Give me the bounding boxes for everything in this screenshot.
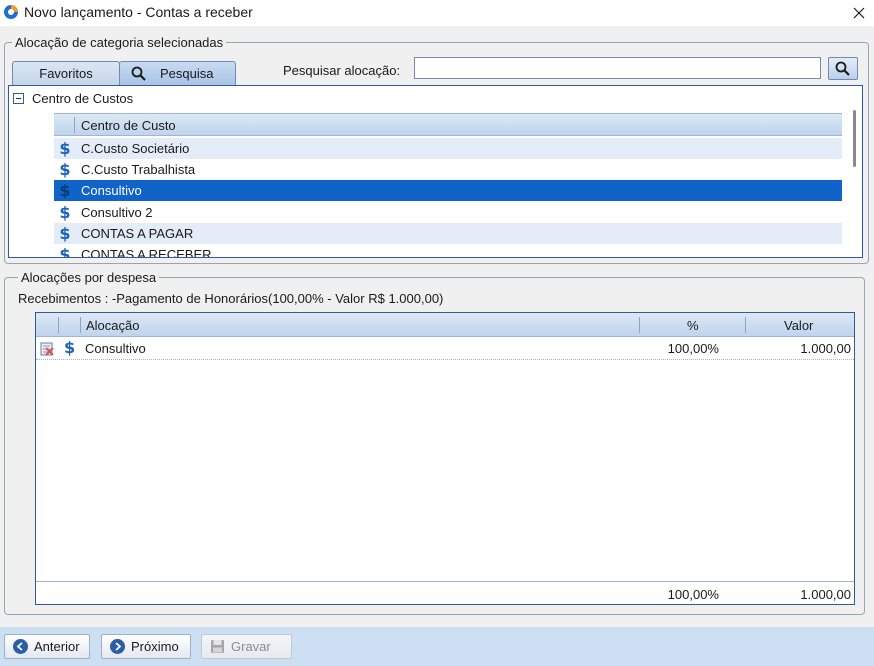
allocation-percent: 100,00% <box>667 341 719 356</box>
cost-center-row-selected[interactable]: $ Consultivo <box>54 180 842 201</box>
previous-button-label: Anterior <box>34 639 80 654</box>
tab-pesquisa[interactable]: Pesquisa <box>119 61 236 85</box>
alloc-expense-legend: Alocações por despesa <box>18 270 160 285</box>
save-button-label: Gravar <box>231 639 271 654</box>
tab-favoritos[interactable]: Favoritos <box>12 61 120 85</box>
tab-pesquisa-label: Pesquisa <box>160 66 214 81</box>
column-separator <box>74 117 75 133</box>
dollar-icon: $ <box>59 245 71 258</box>
column-separator <box>745 317 746 333</box>
cost-center-label: Consultivo 2 <box>81 205 153 220</box>
arrow-left-icon <box>13 639 28 654</box>
cost-center-label: CONTAS A RECEBER <box>81 247 212 258</box>
search-input[interactable] <box>414 57 821 79</box>
cost-center-column-header[interactable]: Centro de Custo <box>54 113 842 136</box>
tree-scrollbar-thumb[interactable] <box>853 110 856 167</box>
previous-button[interactable]: Anterior <box>4 634 90 659</box>
column-separator <box>80 317 81 333</box>
app-icon <box>4 5 18 19</box>
cost-center-label: CONTAS A PAGAR <box>81 226 194 241</box>
expense-allocation-table[interactable]: Alocação % Valor $ Consultivo 100,00% 1.… <box>35 312 855 605</box>
save-button[interactable]: Gravar <box>201 634 292 659</box>
dollar-icon: $ <box>59 203 71 222</box>
cost-center-row[interactable]: $ C.Custo Trabalhista <box>54 159 842 180</box>
allocation-tree[interactable]: Centro de Custos Centro de Custo $ C.Cus… <box>8 85 863 258</box>
cost-center-row[interactable]: $ Consultivo 2 <box>54 202 842 223</box>
column-header-percent[interactable]: % <box>687 318 699 333</box>
dollar-icon: $ <box>59 224 71 243</box>
expense-table-header: Alocação % Valor <box>36 313 854 337</box>
collapse-icon[interactable] <box>13 93 24 104</box>
window-title: Novo lançamento - Contas a receber <box>24 4 253 20</box>
close-button[interactable] <box>843 0 874 26</box>
cost-center-label: Consultivo <box>81 183 142 198</box>
title-bar: Novo lançamento - Contas a receber <box>0 0 874 26</box>
expense-table-totals: 100,00% 1.000,00 <box>36 581 854 605</box>
next-button[interactable]: Próximo <box>101 634 191 659</box>
search-label: Pesquisar alocação: <box>283 63 401 78</box>
total-percent: 100,00% <box>667 587 719 602</box>
expense-summary: Recebimentos : -Pagamento de Honorários(… <box>18 291 444 306</box>
column-header-alocacao[interactable]: Alocação <box>86 318 139 333</box>
arrow-right-icon <box>110 639 125 654</box>
search-button[interactable] <box>828 57 858 80</box>
allocation-name: Consultivo <box>85 341 146 356</box>
cost-center-label: C.Custo Trabalhista <box>81 162 196 177</box>
alloc-category-legend: Alocação de categoria selecionadas <box>12 35 227 50</box>
total-value: 1.000,00 <box>800 587 851 602</box>
dollar-icon: $ <box>59 160 71 179</box>
magnifier-icon <box>131 66 146 81</box>
cost-center-row[interactable]: $ CONTAS A PAGAR <box>54 223 842 244</box>
cost-center-row[interactable]: $ CONTAS A RECEBER <box>54 244 842 258</box>
delete-row-icon[interactable] <box>39 341 55 357</box>
tree-scrollbar[interactable] <box>850 88 860 256</box>
cost-center-header-label: Centro de Custo <box>81 118 176 133</box>
cost-center-label: C.Custo Societário <box>81 141 190 156</box>
column-separator <box>58 317 59 333</box>
allocation-value: 1.000,00 <box>800 341 851 356</box>
close-icon <box>853 7 864 19</box>
next-button-label: Próximo <box>131 639 179 654</box>
dollar-icon: $ <box>64 338 76 357</box>
dollar-icon: $ <box>59 181 71 200</box>
tree-root-label: Centro de Custos <box>32 91 134 106</box>
expense-allocation-row[interactable]: $ Consultivo 100,00% 1.000,00 <box>36 338 854 360</box>
tab-favoritos-label: Favoritos <box>39 66 93 81</box>
bottom-toolbar: Anterior Próximo Gravar <box>0 627 874 666</box>
dollar-icon: $ <box>59 139 71 158</box>
column-header-valor[interactable]: Valor <box>784 318 813 333</box>
tree-root-node[interactable]: Centro de Custos <box>13 91 133 106</box>
cost-center-row[interactable]: $ C.Custo Societário <box>54 138 842 159</box>
magnifier-icon <box>835 61 850 76</box>
floppy-disk-icon <box>211 640 224 653</box>
column-separator <box>639 317 640 333</box>
